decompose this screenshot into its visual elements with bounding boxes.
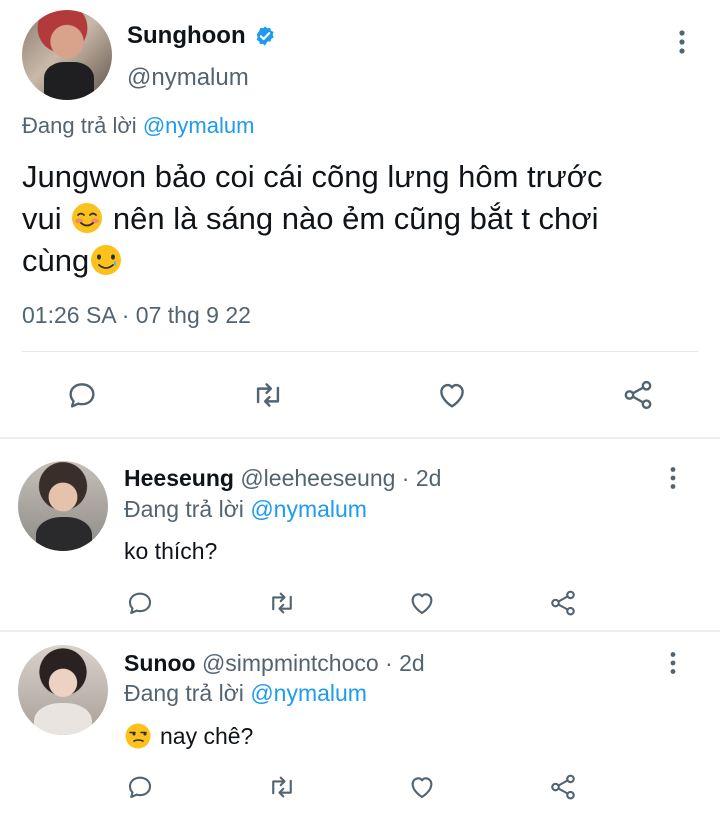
tweet-text-fragment: cùng: [22, 243, 90, 278]
share-button[interactable]: [543, 583, 583, 623]
replying-mention[interactable]: @nymalum: [250, 680, 367, 706]
author-name[interactable]: Heeseung: [124, 465, 234, 491]
reply-button[interactable]: [120, 583, 160, 623]
tweet-text-content: nay chê?: [160, 722, 254, 749]
reply-time: · 2d: [395, 465, 442, 491]
tweet-text: nay chê?: [124, 722, 253, 750]
reply-button[interactable]: [120, 767, 160, 807]
retweet-icon: [272, 776, 292, 798]
smiling-face-with-blush-icon: [72, 202, 103, 233]
share-icon: [551, 774, 575, 800]
tweet-text-content: ko thích?: [124, 538, 218, 564]
replying-prefix: Đang trả lời: [124, 496, 251, 522]
tweet-timestamp[interactable]: 01:26 SA · 07 thg 9 22: [22, 302, 251, 329]
more-options-icon[interactable]: [664, 465, 682, 491]
unamused-face-icon: [125, 723, 151, 749]
reply-icon: [128, 776, 152, 799]
more-options-icon[interactable]: [672, 28, 692, 56]
like-icon: [411, 777, 433, 799]
tweet-text-fragment: nên là sáng nào ẻm cũng bắt t chơi: [104, 201, 599, 236]
tweet-text: ko thích?: [124, 538, 217, 565]
smiling-face-with-tear-icon: [91, 244, 122, 275]
reply-icon: [69, 383, 95, 408]
divider: [22, 351, 698, 352]
avatar[interactable]: [18, 461, 108, 551]
share-icon: [551, 590, 575, 616]
like-icon: [440, 383, 464, 408]
like-button[interactable]: [432, 375, 472, 415]
main-tweet: Sunghoon @nymalum Đang trả lời @nymalum …: [0, 0, 720, 437]
tweet-text-line: Jungwon bảo coi cái cõng lưng hôm trước: [22, 159, 603, 194]
replying-to: Đang trả lời @nymalum: [22, 113, 254, 139]
author-handle[interactable]: @simpmintchoco: [202, 650, 379, 676]
reply-header: Sunoo @simpmintchoco · 2d: [124, 650, 425, 677]
tweet-text-line: vui nên là sáng nào ẻm cũng bắt t chơi: [22, 198, 702, 240]
retweet-button[interactable]: [262, 767, 302, 807]
retweet-icon: [256, 383, 280, 407]
divider: [0, 630, 720, 632]
author-name[interactable]: Sunoo: [124, 650, 196, 676]
retweet-button[interactable]: [248, 375, 288, 415]
replying-mention[interactable]: @nymalum: [250, 496, 367, 522]
replying-mention[interactable]: @nymalum: [143, 113, 255, 138]
reply-button[interactable]: [62, 375, 102, 415]
like-button[interactable]: [402, 583, 442, 623]
author-handle[interactable]: @leeheeseung: [240, 465, 395, 491]
more-options-icon[interactable]: [664, 650, 682, 676]
like-icon: [411, 593, 433, 615]
like-button[interactable]: [402, 767, 442, 807]
author-handle[interactable]: @nymalum: [127, 64, 249, 92]
tweet-text: Jungwon bảo coi cái cõng lưng hôm trước …: [22, 156, 702, 282]
retweet-icon: [272, 592, 292, 614]
replying-to: Đang trả lời @nymalum: [124, 496, 367, 523]
retweet-button[interactable]: [262, 583, 302, 623]
tweet-text-fragment: vui: [22, 201, 71, 236]
author-name[interactable]: Sunghoon: [127, 22, 246, 50]
divider: [0, 437, 720, 439]
replying-to: Đang trả lời @nymalum: [124, 680, 367, 707]
reply-header: Heeseung @leeheeseung · 2d: [124, 465, 441, 492]
replying-prefix: Đang trả lời: [22, 113, 143, 138]
replying-prefix: Đang trả lời: [124, 680, 251, 706]
share-icon: [624, 380, 652, 410]
verified-badge-icon: [256, 26, 274, 46]
share-button[interactable]: [543, 767, 583, 807]
reply-time: · 2d: [378, 650, 425, 676]
share-button[interactable]: [618, 375, 658, 415]
avatar[interactable]: [22, 10, 112, 100]
avatar[interactable]: [18, 645, 108, 735]
tweet-text-line: cùng: [22, 240, 702, 282]
reply-icon: [128, 592, 152, 615]
